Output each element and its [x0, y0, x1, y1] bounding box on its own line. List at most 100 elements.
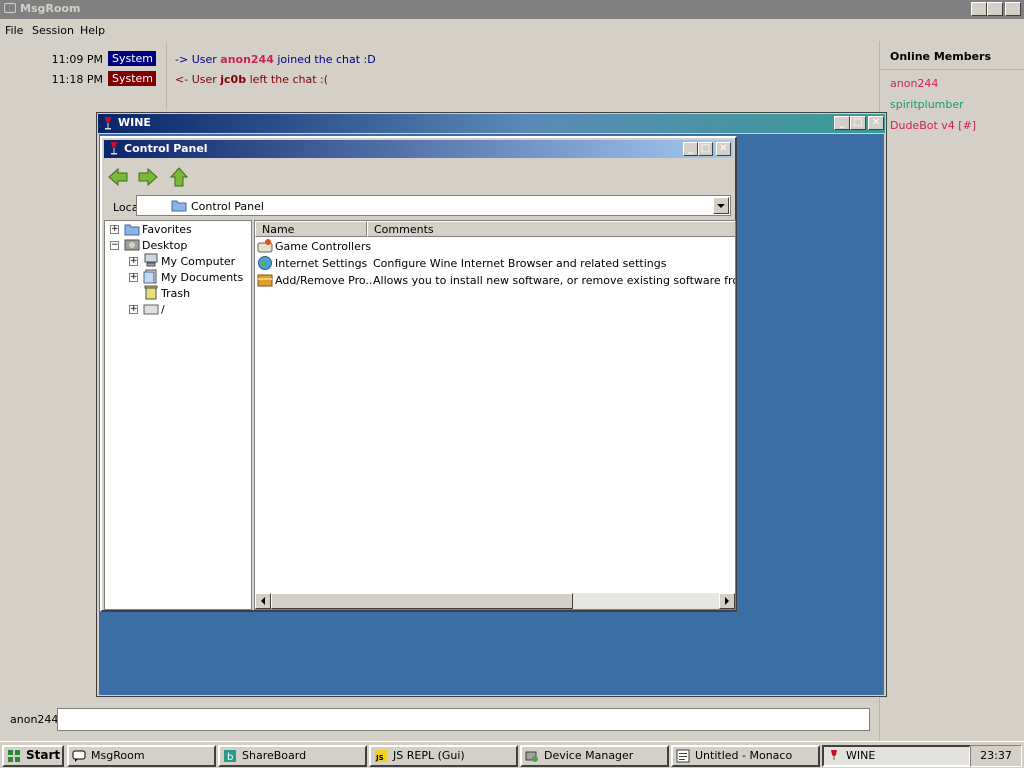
close-button[interactable]: ✕	[868, 116, 884, 130]
list-item[interactable]: Game Controllers	[255, 238, 735, 255]
maximize-button[interactable]: □	[698, 142, 713, 156]
expand-toggle[interactable]: +	[129, 305, 138, 314]
wine-title: WINE	[118, 116, 151, 129]
scroll-left-button[interactable]	[255, 593, 271, 609]
folder-tree[interactable]: + Favorites − Desktop + My Computer + My…	[104, 220, 252, 610]
tree-item-my-computer[interactable]: My Computer	[161, 255, 235, 268]
tree-item-trash[interactable]: Trash	[161, 287, 190, 300]
system-badge: System	[108, 71, 156, 86]
wine-glass-icon	[105, 117, 111, 130]
task-msgroom[interactable]: MsgRoom	[67, 745, 216, 767]
minimize-button[interactable]: _	[971, 2, 987, 16]
taskbar: Start MsgRoom b ShareBoard JS JS REPL (G…	[0, 741, 1024, 768]
expand-toggle[interactable]: +	[110, 225, 119, 234]
message-user[interactable]: jc0b	[220, 73, 246, 86]
members-divider	[880, 69, 1024, 70]
members-title: Online Members	[890, 50, 992, 63]
task-js-repl[interactable]: JS JS REPL (Gui)	[369, 745, 518, 767]
task-wine[interactable]: WINE	[822, 745, 971, 767]
globe-icon	[258, 256, 272, 270]
member-item[interactable]: spiritplumber	[890, 98, 964, 111]
control-panel-titlebar[interactable]: Control Panel _ □ ✕	[104, 140, 733, 158]
location-value: Control Panel	[191, 200, 264, 213]
task-label: Device Manager	[544, 749, 634, 762]
message-arrow: <-	[175, 73, 189, 86]
close-button[interactable]: ✕	[716, 142, 731, 156]
menu-file[interactable]: File	[5, 24, 23, 37]
item-comment: Allows you to install new software, or r…	[373, 274, 735, 287]
list-item[interactable]: Add/Remove Pro... Allows you to install …	[255, 272, 735, 289]
clock: 23:37	[970, 745, 1022, 767]
trash-icon	[144, 285, 158, 300]
arrow-right-icon	[725, 597, 729, 605]
tree-item-root[interactable]: /	[161, 303, 165, 316]
start-icon	[8, 750, 20, 762]
close-button[interactable]: ✕	[1005, 2, 1021, 16]
device-manager-icon	[525, 751, 538, 762]
username-label: anon244	[10, 713, 59, 726]
chat-message: <- User jc0b left the chat :(	[175, 73, 328, 86]
item-comment: Configure Wine Internet Browser and rela…	[373, 257, 667, 270]
documents-icon	[143, 269, 157, 284]
start-button[interactable]: Start	[2, 745, 64, 767]
task-shareboard[interactable]: b ShareBoard	[218, 745, 367, 767]
svg-text:b: b	[227, 752, 233, 763]
members-panel: Online Members anon244 spiritplumber Dud…	[879, 41, 1024, 741]
dropdown-button[interactable]	[713, 197, 729, 214]
tree-item-desktop[interactable]: Desktop	[142, 239, 187, 252]
applet-list[interactable]: Name Comments Game Controllers Internet …	[254, 220, 736, 610]
expand-toggle[interactable]: +	[129, 257, 138, 266]
collapse-toggle[interactable]: −	[110, 241, 119, 250]
up-arrow-icon[interactable]	[168, 166, 190, 188]
folder-icon	[171, 200, 187, 212]
forward-arrow-icon[interactable]	[137, 166, 159, 188]
restore-button[interactable]: ❐	[987, 2, 1003, 16]
chat-message: -> User anon244 joined the chat :D	[175, 53, 376, 66]
favorites-folder-icon	[124, 224, 140, 236]
control-panel-window[interactable]: Control Panel _ □ ✕ Location: Control Pa…	[100, 136, 737, 612]
task-label: Untitled - Monaco	[695, 749, 793, 762]
message-arrow: ->	[175, 53, 189, 66]
menu-session[interactable]: Session	[32, 24, 74, 37]
wine-glass-icon	[831, 750, 837, 760]
back-arrow-icon[interactable]	[107, 166, 129, 188]
column-header-name[interactable]: Name	[255, 221, 367, 237]
shareboard-icon: b	[224, 750, 236, 763]
task-label: ShareBoard	[242, 749, 307, 762]
chat-input[interactable]	[57, 708, 870, 731]
app-titlebar[interactable]: MsgRoom _ ❐ ✕	[0, 0, 1024, 19]
expand-toggle[interactable]: +	[129, 273, 138, 282]
horizontal-scrollbar[interactable]	[255, 593, 735, 609]
wine-titlebar[interactable]: WINE _ □ ✕	[98, 114, 885, 133]
task-monaco[interactable]: Untitled - Monaco	[671, 745, 820, 767]
member-item[interactable]: anon244	[890, 77, 938, 90]
tree-item-my-documents[interactable]: My Documents	[161, 271, 243, 284]
item-name: Internet Settings	[275, 257, 368, 270]
member-item[interactable]: DudeBot v4 [#]	[890, 119, 976, 132]
task-label: MsgRoom	[91, 749, 145, 762]
location-combo[interactable]: Control Panel	[136, 195, 731, 216]
game-controller-icon	[257, 239, 273, 253]
chat-icon	[72, 750, 86, 762]
message-user[interactable]: anon244	[220, 53, 274, 66]
chat-app-icon	[4, 3, 16, 13]
chat-divider	[166, 43, 167, 109]
minimize-button[interactable]: _	[683, 142, 698, 156]
software-box-icon	[257, 274, 273, 287]
task-label: JS REPL (Gui)	[393, 749, 465, 762]
task-device-manager[interactable]: Device Manager	[520, 745, 669, 767]
desktop-icon	[124, 239, 140, 251]
list-item[interactable]: Internet Settings Configure Wine Interne…	[255, 255, 735, 272]
tree-item-favorites[interactable]: Favorites	[142, 223, 192, 236]
scroll-right-button[interactable]	[719, 593, 735, 609]
minimize-button[interactable]: _	[834, 116, 850, 130]
message-text: left the chat :(	[249, 73, 329, 86]
system-badge: System	[108, 51, 156, 66]
column-header-comments[interactable]: Comments	[367, 221, 735, 237]
start-label: Start	[26, 748, 61, 762]
scroll-thumb[interactable]	[271, 593, 573, 609]
menu-help[interactable]: Help	[80, 24, 105, 37]
maximize-button[interactable]: □	[850, 116, 866, 130]
app-title: MsgRoom	[20, 2, 81, 15]
arrow-left-icon	[261, 597, 265, 605]
